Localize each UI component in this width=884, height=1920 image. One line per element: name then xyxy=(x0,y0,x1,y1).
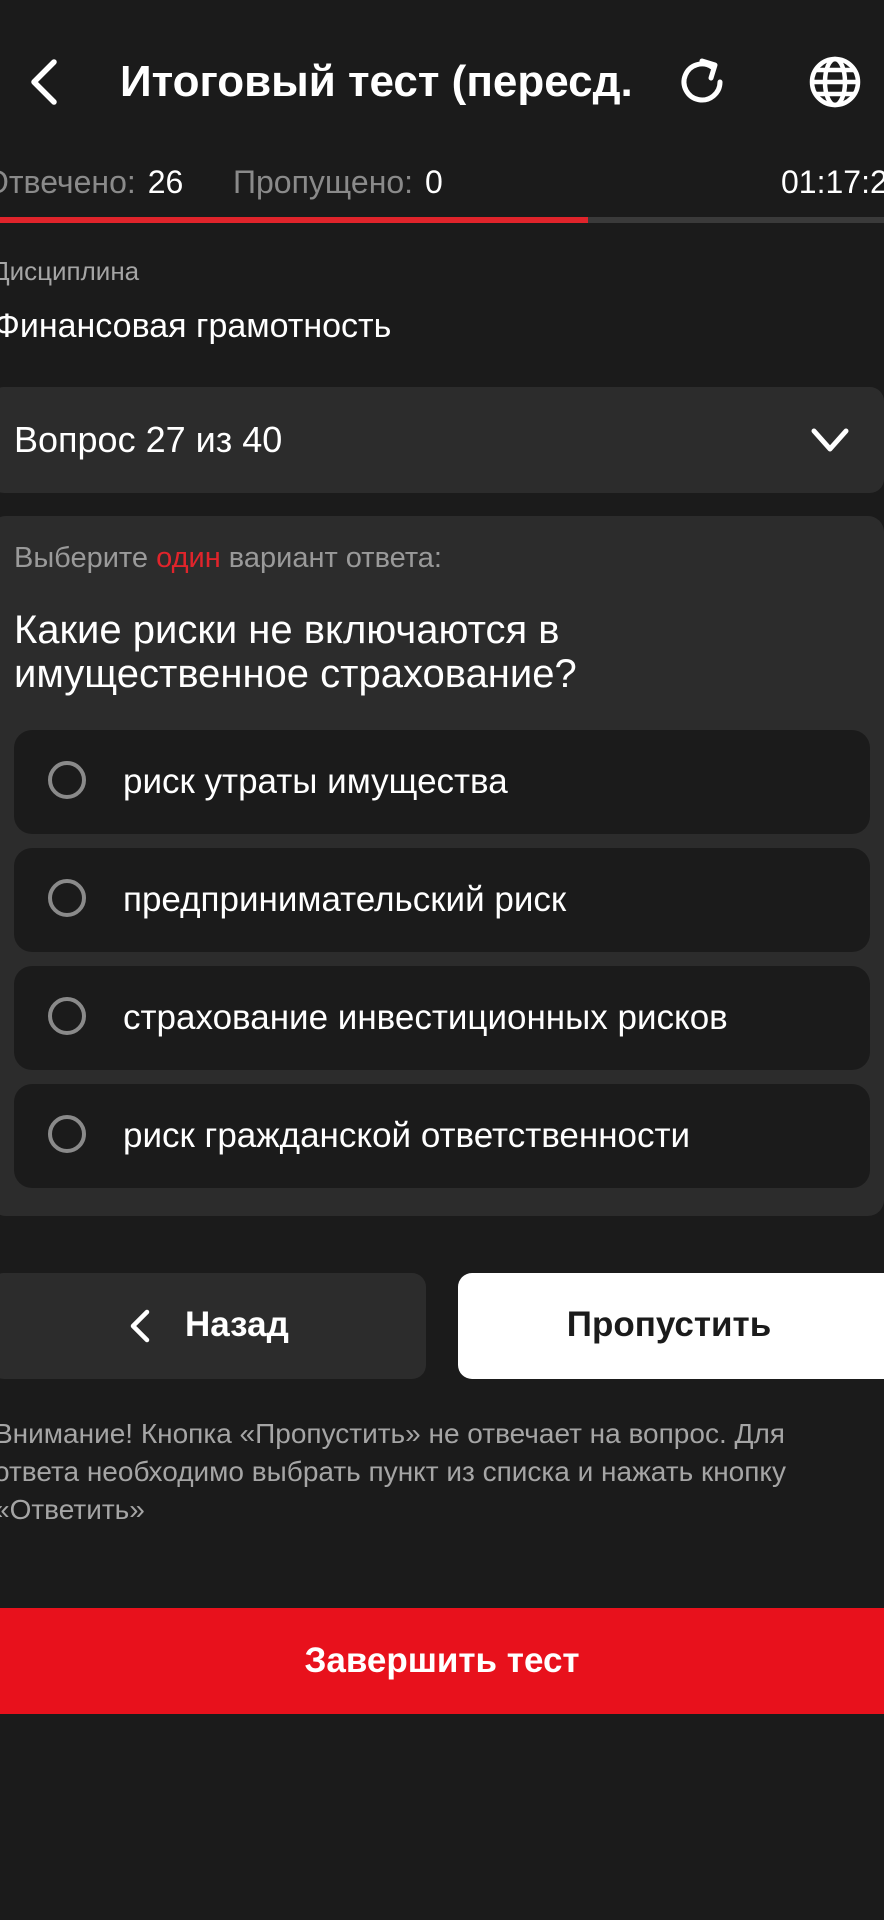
skip-button-label: Пропустить xyxy=(566,1305,772,1344)
chevron-left-icon xyxy=(130,1309,150,1343)
refresh-icon[interactable] xyxy=(672,52,732,112)
answer-option[interactable]: страхование инвестиционных рисков xyxy=(14,966,870,1070)
answer-option[interactable]: риск утраты имущества xyxy=(14,730,870,834)
page-title: Итоговый тест (пересд... xyxy=(120,57,630,106)
skip-button[interactable]: Пропустить xyxy=(458,1273,884,1379)
radio-button[interactable] xyxy=(48,997,86,1035)
question-text: Какие риски не включаются в имущественно… xyxy=(14,608,577,696)
test-screen: Итоговый тест (пересд... Отвечено: 26 Про… xyxy=(0,0,884,1920)
answered-label: Отвечено: xyxy=(0,164,136,200)
globe-icon[interactable] xyxy=(805,52,865,112)
back-button-label: Назад xyxy=(185,1305,289,1344)
question-card: Выберите один вариант ответа: Какие риск… xyxy=(0,516,884,1216)
progress-bar xyxy=(0,217,884,223)
timer: 01:17:29 xyxy=(781,164,884,200)
chevron-left-icon[interactable] xyxy=(24,52,64,112)
skip-warning-text: Внимание! Кнопка «Пропустить» не отвечае… xyxy=(0,1418,786,1525)
skipped-value: 0 xyxy=(425,164,443,200)
finish-test-button-label: Завершить тест xyxy=(304,1641,580,1680)
answer-option-label: риск утраты имущества xyxy=(123,762,508,801)
skipped-counter: Пропущено: 0 xyxy=(233,160,443,204)
radio-button[interactable] xyxy=(48,761,86,799)
chevron-down-icon xyxy=(811,428,849,452)
answer-option[interactable]: предпринимательский риск xyxy=(14,848,870,952)
question-selector-label: Вопрос 27 из 40 xyxy=(14,419,283,460)
answer-option-label: предпринимательский риск xyxy=(123,880,567,919)
answer-option-label: страхование инвестиционных рисков xyxy=(123,998,728,1037)
answered-value: 26 xyxy=(147,164,184,200)
finish-test-button[interactable]: Завершить тест xyxy=(0,1608,884,1714)
stats-row: Отвечено: 26 Пропущено: 0 01:17:29 xyxy=(0,160,884,210)
radio-button[interactable] xyxy=(48,879,86,917)
discipline-label: Дисциплина xyxy=(0,256,140,286)
instruction-prefix: Выберите xyxy=(14,542,157,574)
answered-counter: Отвечено: 26 xyxy=(0,160,183,204)
answer-option-label: риск гражданской ответственности xyxy=(123,1116,691,1155)
skipped-label: Пропущено: xyxy=(233,164,414,200)
back-button[interactable]: Назад xyxy=(0,1273,426,1379)
answer-option[interactable]: риск гражданской ответственности xyxy=(14,1084,870,1188)
instruction-suffix: вариант ответа: xyxy=(220,542,442,574)
radio-button[interactable] xyxy=(48,1115,86,1153)
instruction-accent: один xyxy=(156,542,221,574)
answer-instruction: Выберите один вариант ответа: xyxy=(14,542,442,575)
discipline-value: Финансовая грамотность xyxy=(0,307,392,345)
question-selector[interactable]: Вопрос 27 из 40 xyxy=(0,387,884,493)
progress-fill xyxy=(0,217,588,223)
header: Итоговый тест (пересд... xyxy=(0,0,884,165)
